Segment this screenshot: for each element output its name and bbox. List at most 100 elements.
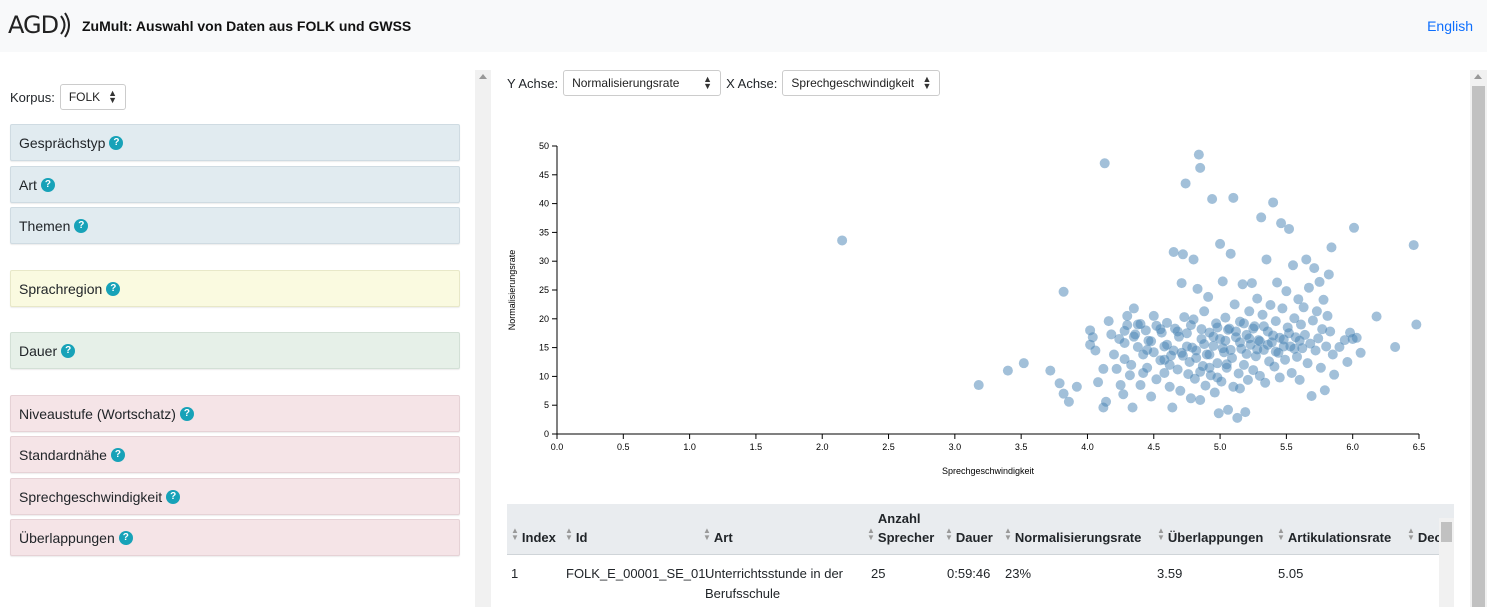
korpus-value: FOLK	[68, 90, 101, 104]
column-header[interactable]: ▲ ▼ Normalisierungsrate	[1004, 504, 1156, 555]
help-icon[interactable]: ?	[179, 406, 194, 421]
filter-label: Sprechgeschwindigkeit	[19, 488, 163, 505]
x-tick-label: 1.5	[750, 442, 763, 452]
data-point	[1054, 378, 1065, 389]
data-point	[1138, 367, 1149, 378]
x-tick-label: 2.5	[882, 442, 895, 452]
column-header[interactable]: ▲ ▼ Anzahl Sprecher	[867, 504, 943, 555]
table-scrollbar[interactable]	[1439, 518, 1454, 607]
filter-2[interactable]: Themen?	[10, 207, 460, 244]
data-point	[1148, 310, 1159, 321]
filter-3[interactable]: Sprachregion?	[10, 270, 460, 307]
y-axis-select[interactable]: Normalisierungsrate ▲ ▼	[563, 70, 722, 96]
data-point	[1295, 319, 1306, 330]
data-point	[1411, 319, 1422, 330]
axis-controls: Y Achse: Normalisierungsrate ▲ ▼ X Achse:…	[507, 70, 941, 96]
column-header[interactable]: ▲ ▼ Überlappungen	[1157, 504, 1275, 555]
data-point	[1093, 377, 1104, 388]
sort-icon[interactable]: ▲ ▼	[1277, 527, 1285, 542]
sort-icon[interactable]: ▲ ▼	[867, 527, 875, 542]
table-cell: 1	[511, 566, 519, 581]
sort-icon[interactable]: ▲ ▼	[511, 527, 519, 542]
sort-icon[interactable]: ▲ ▼	[1407, 527, 1415, 542]
filter-5[interactable]: Niveaustufe (Wortschatz)?	[10, 395, 460, 432]
right-scrollbar[interactable]	[1470, 70, 1487, 607]
data-point	[1111, 363, 1122, 374]
result-panel: Y Achse: Normalisierungsrate ▲ ▼ X Achse:…	[491, 52, 1470, 607]
data-point	[1146, 391, 1157, 402]
data-point	[1230, 326, 1241, 337]
filter-4[interactable]: Dauer?	[10, 332, 460, 369]
help-icon[interactable]: ?	[118, 530, 133, 545]
sort-icon[interactable]: ▲ ▼	[565, 527, 573, 542]
y-tick-label: 50	[539, 141, 549, 151]
column-header-label: Artikulationsrate	[1287, 530, 1392, 545]
korpus-select[interactable]: FOLK ▲ ▼	[59, 84, 126, 110]
data-point	[1315, 362, 1326, 373]
data-point	[1168, 345, 1179, 356]
data-point	[1390, 342, 1401, 353]
scroll-up-icon[interactable]	[1474, 74, 1482, 79]
column-header[interactable]: ▲ ▼ Dauer	[945, 504, 1003, 555]
table-row[interactable]: 1 FOLK_E_00001_SE_01 Unterrichtsstunde in …	[507, 555, 1454, 607]
data-point	[1351, 332, 1362, 343]
help-icon[interactable]: ?	[40, 177, 55, 192]
y-tick-label: 35	[539, 227, 549, 237]
sort-icon[interactable]: ▲ ▼	[703, 527, 711, 542]
filter-8[interactable]: Überlappungen?	[10, 519, 460, 556]
help-icon[interactable]: ?	[109, 135, 124, 150]
language-link[interactable]: English	[1427, 18, 1473, 34]
help-icon[interactable]: ?	[61, 343, 76, 358]
y-tick-label: 0	[544, 429, 549, 439]
data-point	[1200, 380, 1211, 391]
filter-label: Niveaustufe (Wortschatz)	[19, 405, 176, 422]
data-point	[1207, 193, 1218, 204]
data-point	[1274, 372, 1285, 383]
data-point	[1228, 192, 1239, 203]
x-tick-label: 0.5	[617, 442, 630, 452]
data-point	[1309, 263, 1320, 274]
help-icon[interactable]: ?	[106, 281, 121, 296]
x-tick-label: 3.5	[1015, 442, 1028, 452]
data-point	[1238, 359, 1249, 370]
data-point	[1284, 223, 1295, 234]
data-point	[1260, 377, 1271, 388]
data-point	[1307, 315, 1318, 326]
data-point	[1195, 366, 1206, 377]
column-header[interactable]: ▲ ▼ Artikulationsrate	[1277, 504, 1405, 555]
filter-label: Themen	[19, 217, 71, 234]
sort-icon[interactable]: ▲ ▼	[945, 527, 953, 542]
filter-6[interactable]: Standardnähe?	[10, 436, 460, 473]
table-scroll-thumb[interactable]	[1441, 522, 1452, 542]
data-point	[1151, 374, 1162, 385]
sort-icon[interactable]: ▲ ▼	[1157, 527, 1165, 542]
help-icon[interactable]: ?	[74, 218, 89, 233]
data-point	[1252, 293, 1263, 304]
scroll-up-icon[interactable]	[479, 74, 487, 79]
y-tick-label: 15	[539, 343, 549, 353]
data-point	[1262, 339, 1273, 350]
column-header[interactable]: ▲ ▼ Id	[565, 504, 701, 555]
sort-icon[interactable]: ▲ ▼	[1004, 527, 1012, 542]
filter-7[interactable]: Sprechgeschwindigkeit?	[10, 478, 460, 515]
data-point	[1213, 408, 1224, 419]
x-axis-select[interactable]: Sprechgeschwindigkeit ▲ ▼	[782, 70, 941, 96]
column-header[interactable]: ▲ ▼ Index	[511, 504, 563, 555]
data-point	[1196, 324, 1207, 335]
filter-label: Sprachregion	[19, 280, 103, 297]
data-point	[1217, 276, 1228, 287]
help-icon[interactable]: ?	[166, 489, 181, 504]
table-cell: Unterrichtsstunde in der Berufsschule	[705, 566, 844, 601]
left-scrollbar[interactable]	[475, 70, 491, 607]
scroll-thumb[interactable]	[1472, 86, 1485, 607]
data-point	[1124, 370, 1135, 381]
data-point	[1294, 374, 1305, 385]
filter-0[interactable]: Gesprächstyp?	[10, 124, 460, 161]
help-icon[interactable]: ?	[110, 447, 125, 462]
column-header[interactable]: ▲ ▼ Art	[703, 504, 863, 555]
data-point	[1099, 158, 1110, 169]
data-point	[1002, 365, 1013, 376]
filter-1[interactable]: Art?	[10, 166, 460, 203]
data-point	[1294, 335, 1305, 346]
data-point	[1220, 335, 1231, 346]
